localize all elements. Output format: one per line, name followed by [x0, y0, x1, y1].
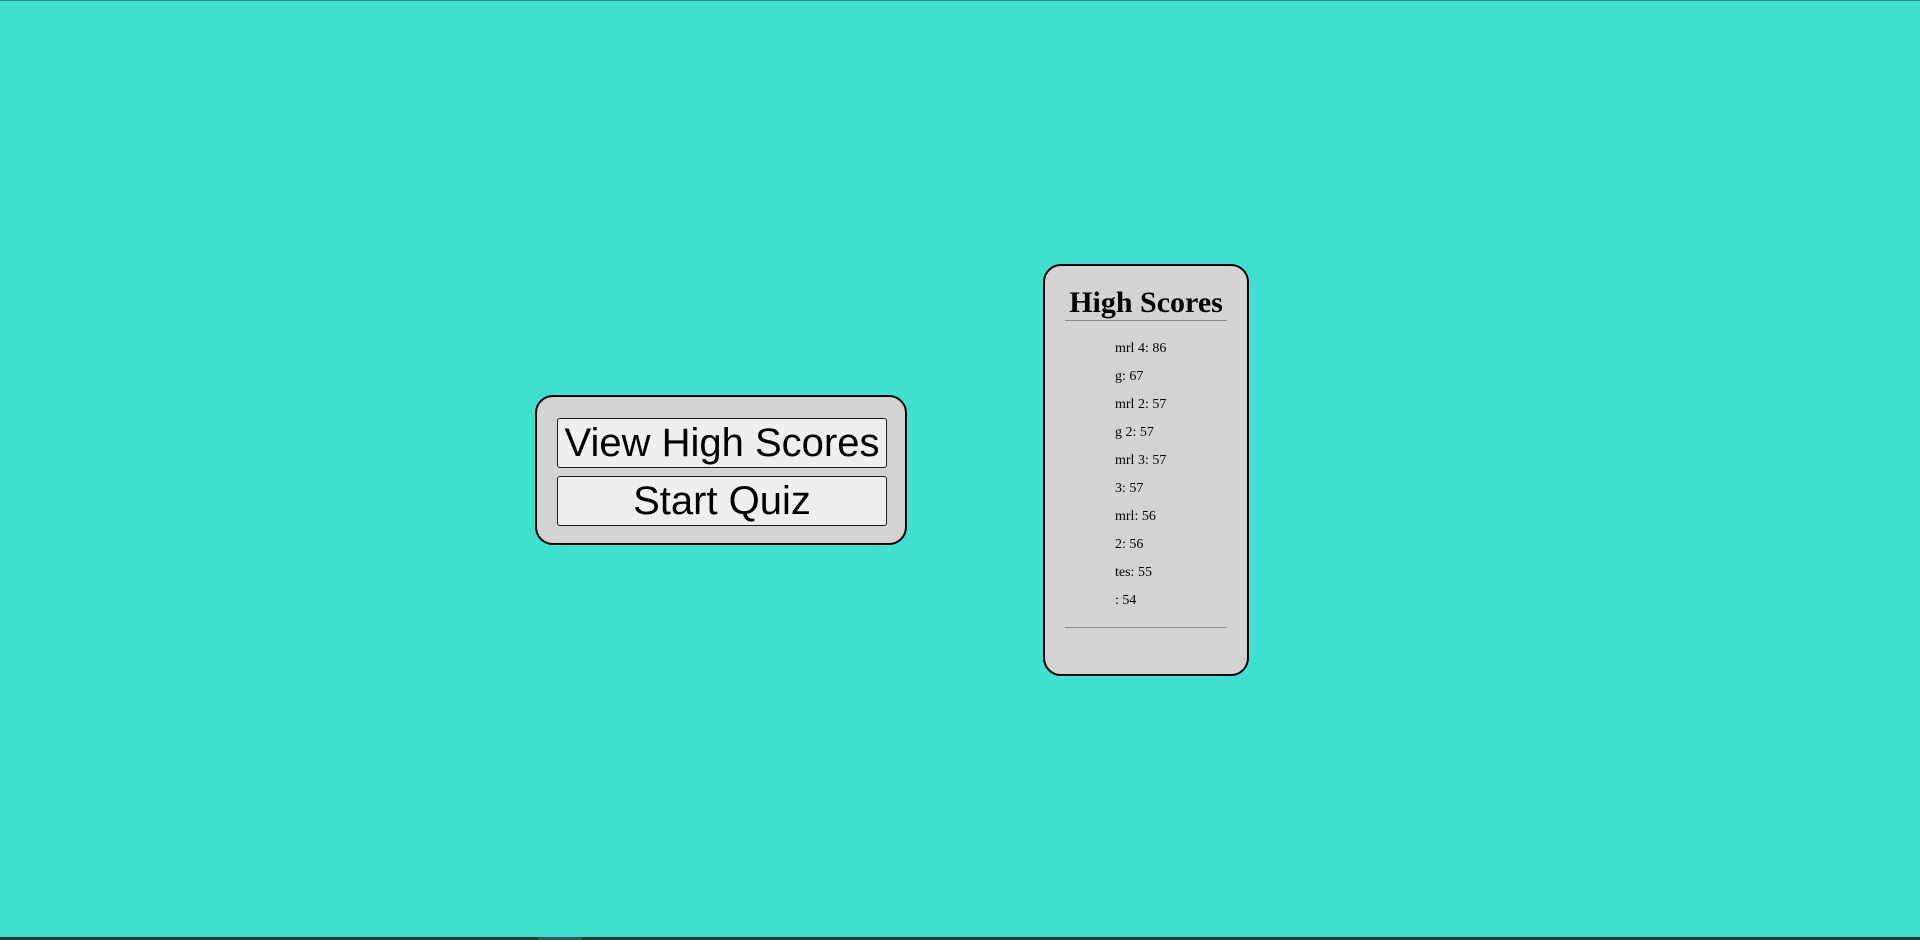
score-entry: g 2: 57: [1115, 425, 1154, 440]
score-entry: g: 67: [1115, 369, 1144, 384]
high-scores-list: mrl 4: 86 g: 67 mrl 2: 57 g 2: 57 mrl 3:…: [1065, 335, 1227, 615]
score-entry: 2: 56: [1115, 537, 1144, 552]
view-high-scores-button[interactable]: View High Scores: [557, 418, 887, 468]
high-scores-title: High Scores: [1069, 286, 1223, 319]
score-entry: 3: 57: [1115, 481, 1144, 496]
score-entry: : 54: [1115, 593, 1137, 608]
score-entry: mrl: 56: [1115, 509, 1156, 524]
quiz-menu-panel: View High Scores Start Quiz: [535, 395, 907, 545]
high-scores-panel: High Scores mrl 4: 86 g: 67 mrl 2: 57 g …: [1043, 264, 1249, 676]
score-entry: mrl 2: 57: [1115, 397, 1167, 412]
score-entry: tes: 55: [1115, 565, 1152, 580]
title-divider: [1065, 320, 1227, 321]
list-divider: [1065, 627, 1227, 628]
score-entry: mrl 4: 86: [1115, 341, 1167, 356]
start-quiz-button[interactable]: Start Quiz: [557, 476, 887, 526]
score-entry: mrl 3: 57: [1115, 453, 1167, 468]
